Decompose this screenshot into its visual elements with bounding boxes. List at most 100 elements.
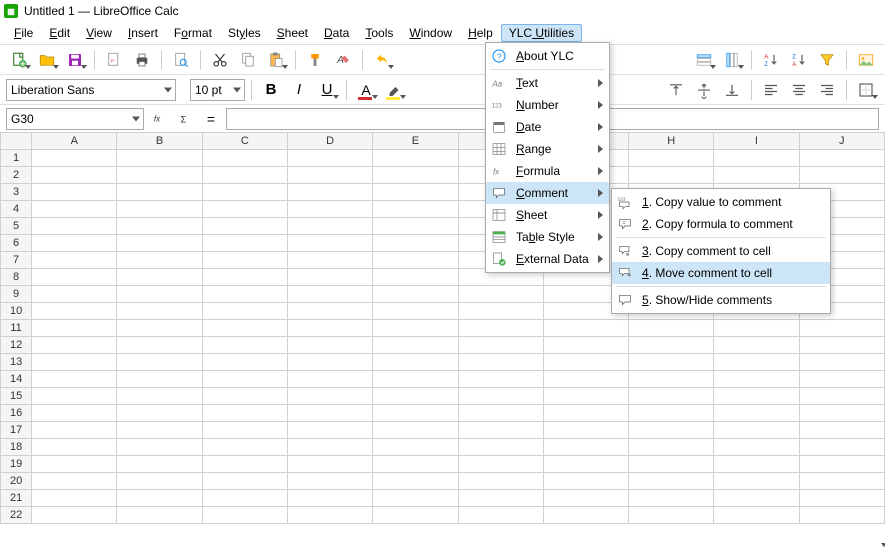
cell[interactable] (543, 320, 628, 337)
cell[interactable] (202, 201, 287, 218)
cell[interactable] (287, 337, 372, 354)
cell[interactable] (202, 490, 287, 507)
cell[interactable] (799, 337, 884, 354)
cell[interactable] (373, 286, 458, 303)
cell[interactable] (32, 167, 117, 184)
cell[interactable] (543, 371, 628, 388)
align-left-button[interactable] (758, 78, 784, 102)
cell[interactable] (117, 286, 202, 303)
export-pdf-button[interactable]: P (101, 48, 127, 72)
align-top-button[interactable] (663, 78, 689, 102)
cell[interactable] (799, 167, 884, 184)
cell[interactable] (32, 150, 117, 167)
column-button[interactable] (719, 48, 745, 72)
row-header[interactable]: 5 (1, 218, 32, 235)
sort-desc-button[interactable]: ZA (786, 48, 812, 72)
cell[interactable] (373, 371, 458, 388)
menu-insert[interactable]: Insert (120, 24, 166, 42)
cell[interactable] (287, 150, 372, 167)
cell[interactable] (373, 201, 458, 218)
cell[interactable] (373, 456, 458, 473)
row-header[interactable]: 4 (1, 201, 32, 218)
cell[interactable] (202, 439, 287, 456)
cell[interactable] (799, 422, 884, 439)
cell[interactable] (117, 218, 202, 235)
cell[interactable] (629, 439, 714, 456)
cell[interactable] (373, 422, 458, 439)
cell[interactable] (373, 439, 458, 456)
row-header[interactable]: 10 (1, 303, 32, 320)
cell[interactable] (714, 422, 799, 439)
cell[interactable] (117, 184, 202, 201)
cell[interactable] (117, 439, 202, 456)
row-header[interactable]: 20 (1, 473, 32, 490)
cell[interactable] (373, 269, 458, 286)
cell[interactable] (32, 507, 117, 524)
menu-window[interactable]: Window (401, 24, 460, 42)
new-button[interactable] (6, 48, 32, 72)
cell[interactable] (287, 235, 372, 252)
row-header[interactable]: 15 (1, 388, 32, 405)
cell[interactable] (629, 371, 714, 388)
cell[interactable] (117, 388, 202, 405)
col-header[interactable]: A (32, 133, 117, 150)
cell[interactable] (117, 235, 202, 252)
menu-comment[interactable]: Comment (486, 182, 609, 204)
cell[interactable] (117, 490, 202, 507)
cell[interactable] (458, 371, 543, 388)
cell[interactable] (799, 388, 884, 405)
autofilter-button[interactable] (814, 48, 840, 72)
cell[interactable] (32, 184, 117, 201)
row-button[interactable] (691, 48, 717, 72)
cell[interactable] (117, 269, 202, 286)
row-header[interactable]: 18 (1, 439, 32, 456)
cell[interactable] (543, 507, 628, 524)
cell[interactable] (629, 473, 714, 490)
cell[interactable] (287, 167, 372, 184)
cell[interactable] (714, 371, 799, 388)
col-header[interactable]: H (629, 133, 714, 150)
cell[interactable] (117, 303, 202, 320)
cell[interactable] (32, 303, 117, 320)
cell[interactable] (714, 320, 799, 337)
insert-image-button[interactable] (853, 48, 879, 72)
cell[interactable] (32, 473, 117, 490)
cell[interactable] (373, 252, 458, 269)
cell[interactable] (629, 354, 714, 371)
cell[interactable] (202, 405, 287, 422)
cell[interactable] (117, 456, 202, 473)
cell[interactable] (458, 337, 543, 354)
cell[interactable] (714, 456, 799, 473)
cell[interactable] (543, 490, 628, 507)
save-button[interactable] (62, 48, 88, 72)
cell[interactable] (373, 473, 458, 490)
menu-sheet[interactable]: Sheet (269, 24, 316, 42)
cell[interactable] (32, 354, 117, 371)
row-header[interactable]: 12 (1, 337, 32, 354)
align-bottom-button[interactable] (719, 78, 745, 102)
align-center-button[interactable] (786, 78, 812, 102)
cell[interactable] (458, 286, 543, 303)
cell[interactable] (714, 507, 799, 524)
font-size-combo[interactable]: 10 pt (190, 79, 245, 101)
menu-help[interactable]: Help (460, 24, 501, 42)
print-preview-button[interactable] (168, 48, 194, 72)
cell[interactable] (714, 473, 799, 490)
cell[interactable] (458, 473, 543, 490)
cell[interactable] (543, 405, 628, 422)
cell[interactable] (287, 456, 372, 473)
cell[interactable] (287, 507, 372, 524)
menu-tools[interactable]: Tools (357, 24, 401, 42)
cell[interactable] (458, 354, 543, 371)
col-header[interactable]: B (117, 133, 202, 150)
cell[interactable] (373, 354, 458, 371)
font-color-button[interactable]: A (353, 78, 379, 102)
row-header[interactable]: 6 (1, 235, 32, 252)
cell[interactable] (32, 405, 117, 422)
menu-external-data[interactable]: External Data (486, 248, 609, 270)
sort-asc-button[interactable]: AZ (758, 48, 784, 72)
col-header[interactable]: I (714, 133, 799, 150)
cell[interactable] (202, 456, 287, 473)
cell[interactable] (799, 439, 884, 456)
highlight-button[interactable] (381, 78, 407, 102)
